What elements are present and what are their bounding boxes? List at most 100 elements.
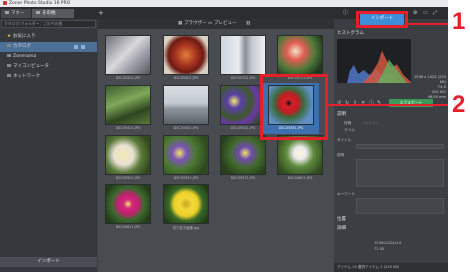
detail-dpi: 72.00 — [374, 247, 385, 251]
tree-item-label: マイコンピュータ — [13, 64, 49, 69]
thumbnail-image — [220, 35, 266, 75]
image-info: 1536 x 1024 (225 KB) F4.0 200 ISO 46.00 … — [413, 75, 446, 100]
thumbnail[interactable]: DSC05411.JPG — [100, 85, 156, 130]
properties-panel: ヒストグラム 1536 x 1024 (225 KB) F4.0 200 ISO… — [334, 29, 448, 272]
description-header[interactable]: 説明 — [334, 110, 448, 119]
thumbnail-caption: DSC05501.JPG — [173, 126, 199, 130]
tab-label: その他 — [42, 11, 56, 16]
browser-mode[interactable]: ブラウザー — [184, 19, 207, 29]
thumbnail[interactable]: DSC05621.JPG — [272, 135, 328, 180]
thumbnail-image — [163, 184, 209, 224]
detail-dimensions: 1536x1024x24 — [374, 241, 402, 245]
window-title: Zoner Photo Studio 16 PRO — [9, 1, 71, 6]
app-logo-icon — [3, 0, 7, 5]
app-window: Zoner Photo Studio 16 PRO マネージャー その他 + ⓘ… — [0, 0, 448, 272]
tab-other[interactable]: その他 — [32, 9, 74, 18]
computer-icon — [7, 64, 11, 67]
info-dimensions: 1536 x 1024 (225 KB) — [413, 75, 446, 84]
thumbnail-image — [277, 135, 323, 175]
network-icon — [7, 74, 11, 77]
thumbnail[interactable]: DSC05201.JPG — [100, 35, 156, 80]
sidebar-import-button[interactable]: インポート — [0, 257, 97, 267]
description-label: 説明 — [337, 153, 345, 157]
tree-item-catalog[interactable]: カタログ — [0, 42, 97, 52]
fullscreen-icon[interactable]: ⤢ — [433, 9, 437, 18]
title-field[interactable] — [356, 144, 444, 149]
color-label: ラベル — [344, 128, 355, 132]
thumbnail-image — [163, 85, 209, 125]
view-toolbar: ▦ ブラウザー ▭ プレビュー ▥ — [98, 19, 334, 29]
keywords-field[interactable] — [356, 198, 444, 214]
tree-item-favorites[interactable]: ★ お気に入り — [0, 32, 97, 42]
navigator-sidebar: カタログ/フォルダー：このその他 ★ お気に入り カタログ Zonerama マイ… — [0, 19, 97, 272]
browser-icon[interactable]: ▦ — [178, 19, 182, 29]
tree-item-my-computer[interactable]: マイコンピュータ — [0, 62, 97, 72]
histogram-header[interactable]: ヒストグラム — [334, 29, 448, 38]
thumbnail[interactable]: DSC05611.JPG — [100, 184, 156, 229]
status-bar: アイテム 14 選択アイテム 1 (225 KB) — [334, 263, 448, 272]
thumbnail-caption: DSC05411.JPG — [115, 126, 141, 130]
tree-item-label: ネットワーク — [13, 74, 40, 79]
preview-mode[interactable]: プレビュー — [214, 19, 237, 29]
title-label: タイトル — [337, 138, 352, 142]
grid-size-icon[interactable]: ▥ — [246, 19, 250, 29]
description-field[interactable] — [356, 159, 444, 187]
tree-item-label: お気に入り — [13, 34, 36, 39]
add-icon[interactable] — [74, 45, 78, 49]
thumbnail-image — [220, 135, 266, 175]
thumbnail-image — [277, 35, 323, 75]
thumbnail-caption: DSC05571.JPG — [230, 176, 256, 180]
tree-item-network[interactable]: ネットワーク — [0, 72, 97, 82]
thumbnail-image — [105, 184, 151, 224]
thumbnail-image — [163, 35, 209, 75]
tab-manager[interactable]: マネージャー — [1, 9, 31, 25]
folder-icon — [36, 11, 40, 14]
thumbnail-image — [163, 135, 209, 175]
annotation-box-2 — [260, 74, 328, 140]
thumbnail-caption: 切り抜き画像.jpg — [172, 226, 200, 230]
thumbnail-grid: DSC05201.JPG DSC05401.JPG DSC05701.JPG D… — [98, 29, 334, 272]
tree-item-zonerama[interactable]: Zonerama — [0, 52, 97, 62]
new-tab-icon[interactable]: + — [98, 9, 104, 18]
title-bar: Zoner Photo Studio 16 PRO — [0, 0, 448, 7]
thumbnail-image — [105, 135, 151, 175]
thumbnail-image — [105, 35, 151, 75]
annotation-line-1 — [408, 23, 448, 25]
folder-icon — [5, 11, 9, 14]
thumbnail-caption: DSC05501.JPG — [115, 176, 141, 180]
cloud-icon — [7, 54, 11, 57]
info-icon[interactable]: ⓘ — [343, 9, 348, 18]
star-icon: ★ — [7, 34, 12, 39]
folder-tree: ★ お気に入り カタログ Zonerama マイコンピュータ ネットワーク — [0, 32, 97, 82]
thumbnail[interactable]: DSC05571.JPG — [215, 135, 271, 180]
rating-stars[interactable]: ☆☆☆☆☆ — [362, 121, 378, 125]
catalog-icon — [7, 44, 11, 47]
tree-item-label: Zonerama — [13, 54, 37, 59]
thumbnail-image — [105, 85, 151, 125]
annotation-number-1: 1 — [452, 8, 466, 35]
settings-icon[interactable]: ⚙ — [413, 9, 417, 18]
window-icon[interactable]: ▭ — [423, 9, 428, 18]
preview-icon[interactable]: ▭ — [208, 19, 212, 29]
thumbnail[interactable]: DSC05551.JPG — [158, 135, 214, 180]
path-input[interactable]: カタログ/フォルダー：このその他 — [1, 20, 96, 28]
details-header[interactable]: 詳細 — [334, 224, 448, 233]
thumbnail-caption: DSC05401.JPG — [173, 76, 199, 80]
thumbnail-caption: DSC05621.JPG — [287, 176, 313, 180]
location-header[interactable]: 位置 — [334, 215, 448, 224]
annotation-number-2: 2 — [452, 91, 466, 118]
thumbnail[interactable]: DSC05501.JPG — [100, 135, 156, 180]
tree-item-label: カタログ — [13, 44, 31, 49]
thumbnail-caption: DSC05201.JPG — [115, 76, 141, 80]
sync-icon[interactable] — [81, 45, 85, 49]
thumbnail[interactable]: DSC05401.JPG — [158, 35, 214, 80]
annotation-box-1 — [356, 11, 408, 28]
thumbnail[interactable]: 切り抜き画像.jpg — [158, 184, 214, 230]
rating-label: 評価 — [344, 121, 352, 125]
histogram — [337, 39, 411, 83]
keywords-label: キーワード — [337, 192, 355, 196]
thumbnail-caption: DSC05611.JPG — [115, 225, 141, 229]
thumbnail-caption: DSC05551.JPG — [173, 176, 199, 180]
thumbnail[interactable]: DSC05501.JPG — [158, 85, 214, 130]
annotation-line-2 — [328, 104, 448, 106]
